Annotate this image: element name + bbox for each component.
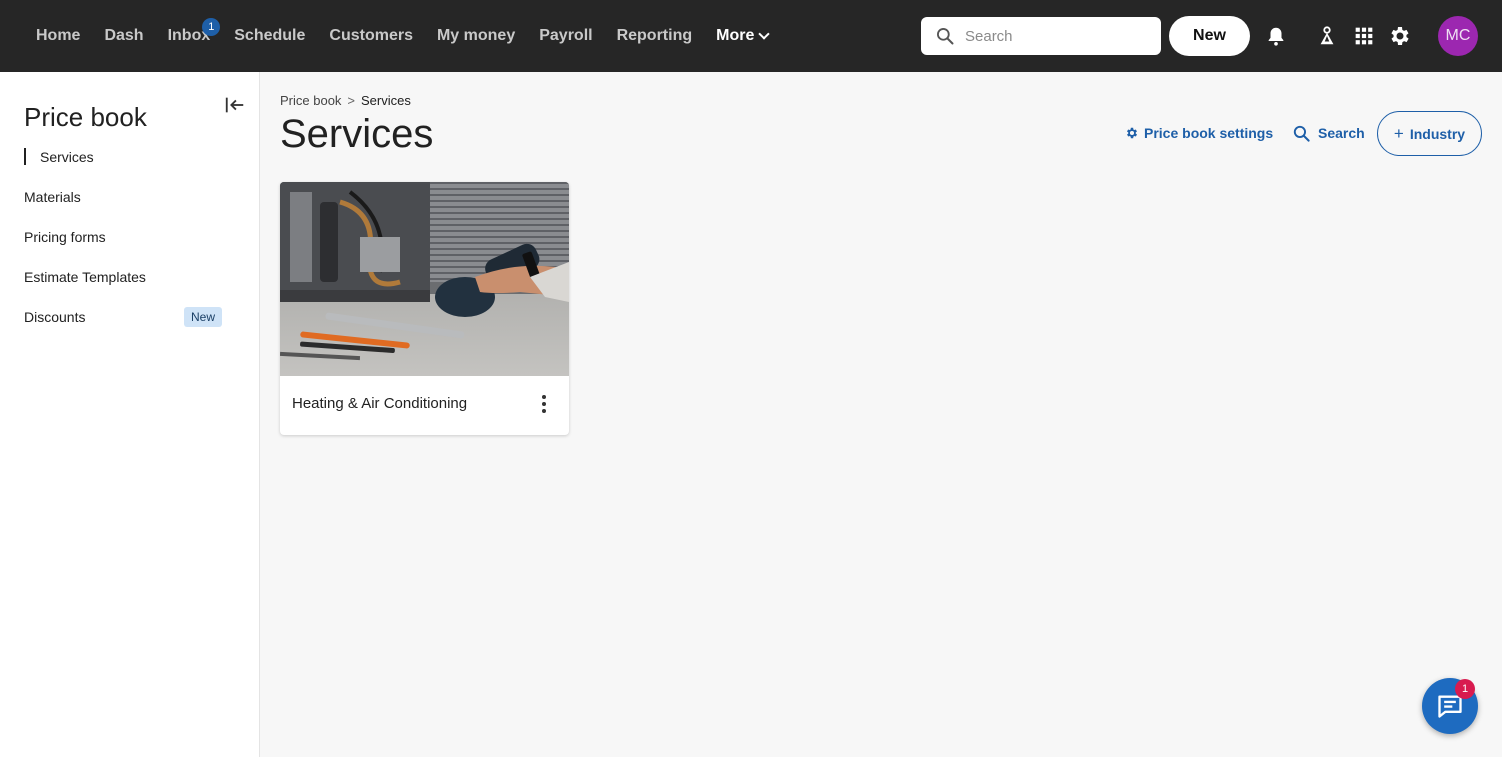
sidebar-item-services[interactable]: Services bbox=[24, 145, 234, 169]
chevron-down-icon bbox=[758, 27, 771, 40]
sidebar-item-discounts[interactable]: Discounts New bbox=[24, 305, 234, 329]
more-vertical-icon-dot bbox=[542, 409, 546, 413]
sidebar-item-label: Pricing forms bbox=[24, 229, 106, 245]
gear-icon bbox=[1126, 127, 1138, 139]
apps-grid-icon bbox=[1355, 27, 1373, 45]
search-services-label: Search bbox=[1318, 125, 1365, 141]
sidebar-item-label: Materials bbox=[24, 189, 81, 205]
collapse-left-icon bbox=[225, 97, 244, 113]
user-avatar[interactable]: MC bbox=[1438, 16, 1478, 56]
bell-icon bbox=[1268, 27, 1284, 46]
sidebar-item-estimate-templates[interactable]: Estimate Templates bbox=[24, 265, 234, 289]
global-search[interactable] bbox=[921, 17, 1161, 55]
nav-payroll-label: Payroll bbox=[539, 27, 593, 44]
more-vertical-icon bbox=[542, 395, 546, 399]
card-more-menu-button[interactable] bbox=[532, 392, 556, 416]
global-search-input[interactable] bbox=[965, 27, 1145, 45]
nav-reporting-label: Reporting bbox=[616, 27, 693, 44]
apps-button[interactable] bbox=[1350, 22, 1378, 50]
nav-my-money-label: My money bbox=[436, 27, 516, 44]
location-icon bbox=[1320, 26, 1334, 45]
search-icon bbox=[1293, 125, 1310, 142]
nav-dash[interactable]: Dash bbox=[92, 0, 155, 72]
sidebar-item-label: Discounts bbox=[24, 309, 86, 325]
notifications-button[interactable] bbox=[1262, 22, 1290, 50]
main-nav: Home Dash Inbox 1 Schedule Customers My … bbox=[24, 0, 780, 72]
add-industry-button[interactable]: + Industry bbox=[1377, 111, 1482, 156]
sidebar-item-label: Estimate Templates bbox=[24, 269, 146, 285]
chat-unread-badge: 1 bbox=[1455, 679, 1475, 699]
sidebar-title: Price book bbox=[24, 102, 147, 132]
price-book-settings-link[interactable]: Price book settings bbox=[1125, 122, 1273, 144]
sidebar-item-materials[interactable]: Materials bbox=[24, 185, 234, 209]
price-book-settings-label: Price book settings bbox=[1144, 125, 1274, 141]
breadcrumb-parent-link[interactable]: Price book bbox=[280, 93, 341, 108]
nav-schedule[interactable]: Schedule bbox=[222, 0, 317, 72]
nav-more-label: More bbox=[716, 27, 755, 44]
nav-customers-label: Customers bbox=[329, 27, 413, 44]
inbox-unread-badge: 1 bbox=[202, 18, 221, 36]
nav-customers[interactable]: Customers bbox=[317, 0, 425, 72]
price-book-sidebar: Price book Services Materials Pricing fo… bbox=[0, 72, 260, 757]
card-title: Heating & Air Conditioning bbox=[292, 395, 468, 412]
settings-button[interactable] bbox=[1386, 22, 1414, 50]
sidebar-item-pricing-forms[interactable]: Pricing forms bbox=[24, 225, 234, 249]
search-services-link[interactable]: Search bbox=[1292, 122, 1365, 144]
nav-home[interactable]: Home bbox=[24, 0, 92, 72]
nav-schedule-label: Schedule bbox=[234, 27, 306, 44]
new-badge: New bbox=[184, 307, 223, 327]
breadcrumb: Price book > Services bbox=[280, 93, 411, 108]
top-navigation-bar: Home Dash Inbox 1 Schedule Customers My … bbox=[0, 0, 1502, 72]
new-button[interactable]: New bbox=[1169, 16, 1250, 56]
page-title: Services bbox=[280, 112, 434, 156]
location-button[interactable] bbox=[1313, 22, 1341, 50]
more-vertical-icon-dot bbox=[542, 402, 546, 406]
sidebar-item-label: Services bbox=[40, 149, 94, 165]
nav-payroll[interactable]: Payroll bbox=[527, 0, 604, 72]
breadcrumb-separator: > bbox=[347, 93, 356, 108]
plus-icon: + bbox=[1393, 123, 1404, 143]
nav-dash-label: Dash bbox=[104, 27, 144, 44]
search-icon bbox=[937, 28, 954, 45]
nav-reporting[interactable]: Reporting bbox=[605, 0, 705, 72]
collapse-sidebar-button[interactable] bbox=[224, 94, 246, 116]
nav-home-label: Home bbox=[36, 27, 81, 44]
nav-more-dropdown[interactable]: More bbox=[704, 0, 780, 72]
breadcrumb-current: Services bbox=[361, 93, 411, 108]
gear-icon bbox=[1391, 27, 1409, 45]
industry-card-hvac[interactable]: Heating & Air Conditioning bbox=[280, 182, 569, 435]
nav-my-money[interactable]: My money bbox=[425, 0, 527, 72]
nav-inbox[interactable]: Inbox 1 bbox=[156, 0, 223, 72]
hvac-repair-photo bbox=[280, 182, 569, 376]
add-industry-label: Industry bbox=[1409, 125, 1466, 142]
